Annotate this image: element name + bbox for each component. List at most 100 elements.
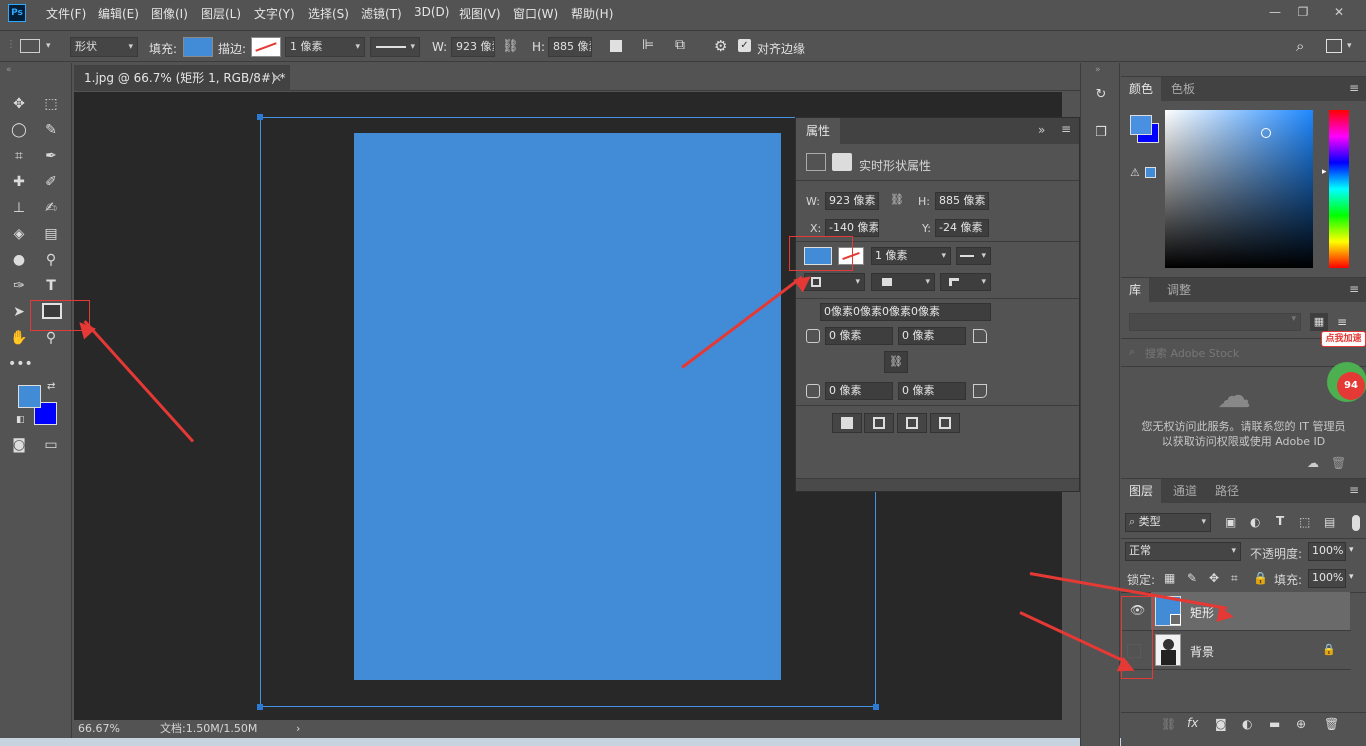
stock-search-input[interactable]: 搜索 Adobe Stock	[1145, 345, 1239, 361]
shape-properties-icon[interactable]	[806, 153, 826, 171]
eyedropper-tool-icon[interactable]: ✒	[40, 146, 62, 166]
move-tool-icon[interactable]: ✥	[8, 94, 30, 114]
trash-icon[interactable]: 🗑	[1324, 717, 1339, 731]
tool-mode-select[interactable]: 形状 ▾	[70, 37, 138, 57]
hand-tool-icon[interactable]: ✋	[8, 328, 30, 348]
transform-handle[interactable]	[257, 704, 263, 710]
tab-paths[interactable]: 路径	[1207, 479, 1247, 503]
collapse-panel-icon[interactable]: »	[1038, 123, 1045, 137]
history-brush-tool-icon[interactable]: ✍	[40, 198, 62, 218]
tab-libraries[interactable]: 库	[1121, 278, 1150, 302]
panel-menu-icon[interactable]: ≡	[1061, 122, 1071, 136]
combine-shapes-button[interactable]	[832, 413, 862, 433]
stroke-corner-select[interactable]: ▾	[940, 273, 991, 291]
align-edges-checkbox[interactable]: ✓	[738, 39, 751, 52]
tab-swatches[interactable]: 色板	[1163, 77, 1203, 101]
history-panel-icon[interactable]: ↻	[1089, 87, 1113, 109]
gear-icon[interactable]: ⚙	[714, 37, 727, 55]
collapse-icon[interactable]: »	[1095, 65, 1101, 75]
prop-y-field[interactable]: -24 像素	[935, 219, 989, 237]
intersect-shape-button[interactable]	[897, 413, 927, 433]
chevron-right-icon[interactable]: ›	[296, 720, 300, 738]
adjustment-layer-icon[interactable]: ◐	[1242, 717, 1252, 731]
corner-tr-field[interactable]: 0 像素	[898, 327, 966, 345]
menu-layer[interactable]: 图层(L)	[201, 5, 241, 22]
menu-type[interactable]: 文字(Y)	[254, 5, 295, 22]
menu-help[interactable]: 帮助(H)	[571, 5, 613, 22]
shape-filter-icon[interactable]: ⬚	[1299, 515, 1310, 529]
hue-slider-handle[interactable]: ▸	[1322, 167, 1327, 177]
foreground-color-swatch[interactable]	[18, 385, 41, 408]
menu-filter[interactable]: 滤镜(T)	[361, 5, 402, 22]
lock-all-icon[interactable]: 🔒	[1253, 571, 1268, 585]
path-operations-icon[interactable]	[610, 40, 622, 52]
fx-icon[interactable]: fx	[1187, 716, 1198, 730]
quick-select-tool-icon[interactable]: ✎	[40, 120, 62, 140]
smart-object-filter-icon[interactable]: ▤	[1324, 515, 1335, 529]
path-selection-tool-icon[interactable]: ➤	[8, 302, 30, 322]
prop-stroke-type-select[interactable]: ▾	[956, 247, 991, 265]
trash-icon[interactable]: 🗑	[1331, 456, 1346, 470]
menu-view[interactable]: 视图(V)	[459, 5, 501, 22]
transform-handle[interactable]	[257, 114, 263, 120]
chevron-down-icon[interactable]: ▾	[46, 41, 51, 51]
rectangle-shape[interactable]	[354, 133, 781, 680]
tab-channels[interactable]: 通道	[1165, 479, 1205, 503]
menu-edit[interactable]: 编辑(E)	[98, 5, 139, 22]
tab-adjustments[interactable]: 调整	[1159, 278, 1199, 302]
stroke-width-field[interactable]: 1 像素 ▾	[285, 37, 365, 57]
transform-handle[interactable]	[873, 704, 879, 710]
brush-tool-icon[interactable]: ✐	[40, 172, 62, 192]
menu-file[interactable]: 文件(F)	[46, 5, 86, 22]
corner-tl-field[interactable]: 0 像素	[825, 327, 893, 345]
adjustment-filter-icon[interactable]: ◐	[1250, 515, 1260, 529]
image-filter-icon[interactable]: ▣	[1225, 515, 1236, 529]
color-field[interactable]	[1165, 110, 1313, 268]
healing-brush-tool-icon[interactable]: ✚	[8, 172, 30, 192]
blend-mode-select[interactable]: 正常 ▾	[1125, 542, 1241, 561]
filter-toggle[interactable]	[1352, 515, 1360, 531]
link-icon[interactable]: ⛓	[502, 39, 519, 54]
layer-name-background[interactable]: 背景	[1190, 643, 1214, 660]
close-icon[interactable]: ✕	[1326, 3, 1352, 21]
menu-window[interactable]: 窗口(W)	[513, 5, 558, 22]
menu-3d[interactable]: 3D(D)	[414, 5, 449, 19]
new-layer-icon[interactable]: ⊕	[1296, 717, 1306, 731]
path-alignment-icon[interactable]: ⊫	[642, 37, 654, 53]
marquee-tool-icon[interactable]: ⬚	[40, 94, 62, 114]
menu-select[interactable]: 选择(S)	[308, 5, 349, 22]
width-field[interactable]: 923 像素	[451, 37, 495, 57]
dodge-tool-icon[interactable]: ⚲	[40, 250, 62, 270]
lock-pixels-icon[interactable]: ✎	[1187, 571, 1197, 585]
blur-tool-icon[interactable]: ●	[8, 250, 30, 270]
opacity-field[interactable]: 100%	[1308, 542, 1346, 561]
swap-colors-icon[interactable]: ⇄	[47, 381, 55, 392]
height-field[interactable]: 885 像素	[548, 37, 592, 57]
type-filter-icon[interactable]: T	[1276, 514, 1284, 528]
link-layers-icon[interactable]: ⛓	[1161, 717, 1176, 731]
default-colors-icon[interactable]: ◧	[16, 415, 25, 425]
corner-br-field[interactable]: 0 像素	[898, 382, 966, 400]
prop-width-field[interactable]: 923 像素	[825, 192, 879, 210]
panel-menu-icon[interactable]: ≡	[1349, 483, 1359, 497]
restore-icon[interactable]: ❐	[1290, 3, 1316, 21]
pen-tool-icon[interactable]: ✑	[8, 276, 30, 296]
minimize-icon[interactable]: —	[1262, 3, 1288, 21]
subtract-shape-button[interactable]	[864, 413, 894, 433]
lock-transparency-icon[interactable]: ▦	[1164, 571, 1175, 585]
chevron-down-icon[interactable]: ▾	[1349, 545, 1354, 555]
gradient-tool-icon[interactable]: ▤	[40, 224, 62, 244]
search-icon[interactable]: ⌕	[1296, 37, 1304, 55]
screen-mode-icon[interactable]: ▭	[40, 435, 62, 455]
list-view-icon[interactable]: ≡	[1333, 313, 1351, 331]
prop-height-field[interactable]: 885 像素	[935, 192, 989, 210]
foreground-color-swatch[interactable]	[1130, 115, 1152, 135]
cloud-sync-icon[interactable]: ☁	[1307, 456, 1319, 470]
corner-bl-field[interactable]: 0 像素	[825, 382, 893, 400]
tab-color[interactable]: 颜色	[1121, 77, 1162, 101]
properties-tab[interactable]: 属性	[796, 118, 841, 144]
fill-swatch[interactable]	[183, 37, 213, 57]
workspace-icon[interactable]	[1326, 39, 1342, 53]
library-select[interactable]: ▾	[1129, 313, 1301, 331]
lock-position-icon[interactable]: ✥	[1209, 571, 1219, 585]
